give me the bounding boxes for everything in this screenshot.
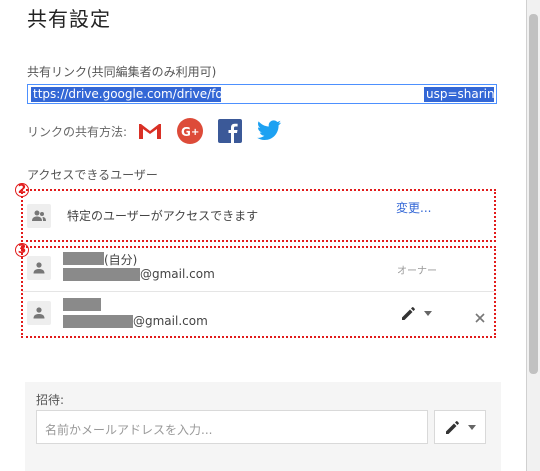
- share-link-field[interactable]: ttps://drive.google.com/drive/folde usp=…: [27, 84, 497, 104]
- chevron-down-icon: [468, 424, 476, 430]
- pencil-icon: [446, 421, 459, 434]
- chevron-down-icon: [424, 310, 432, 316]
- redacted-user-email: [63, 315, 133, 328]
- svg-text:+: +: [191, 127, 199, 138]
- owner-name-suffix: (自分): [104, 253, 138, 267]
- user-avatar-icon: [27, 301, 51, 325]
- user-avatar-icon: [27, 256, 51, 280]
- owner-email-domain: @gmail.com: [140, 267, 215, 281]
- share-dialog: 共有設定 共有リンク(共同編集者のみ利用可) ttps://drive.goog…: [0, 0, 527, 471]
- restricted-access-text: 特定のユーザーがアクセスできます: [67, 209, 259, 223]
- group-avatar-icon: [27, 204, 51, 228]
- scrollbar[interactable]: [527, 0, 540, 471]
- close-icon: [475, 313, 485, 323]
- share-methods-row: リンクの共有方法: G +: [27, 118, 297, 144]
- access-users-label: アクセスできるユーザー: [27, 168, 158, 182]
- invite-permission-dropdown[interactable]: [434, 410, 486, 444]
- pencil-icon: [402, 307, 415, 320]
- share-link-label: 共有リンク(共同編集者のみ利用可): [27, 65, 217, 79]
- gmail-icon[interactable]: [137, 118, 163, 144]
- share-methods-label: リンクの共有方法:: [27, 124, 128, 139]
- share-link-url-start: ttps://drive.google.com/drive/folde: [31, 87, 242, 102]
- editor-email-domain: @gmail.com: [133, 314, 208, 328]
- facebook-icon[interactable]: [217, 118, 243, 144]
- user-divider: [22, 291, 494, 292]
- invite-label: 招待:: [36, 393, 65, 407]
- redacted-user-name: [63, 298, 101, 311]
- remove-user-button[interactable]: [475, 308, 485, 327]
- invite-email-input[interactable]: 名前かメールアドレスを入力...: [36, 410, 428, 444]
- svg-text:G: G: [181, 125, 191, 139]
- twitter-icon[interactable]: [257, 118, 283, 144]
- scrollbar-thumb[interactable]: [529, 14, 538, 374]
- redacted-user-name: [63, 252, 104, 265]
- owner-role-label: オーナー: [397, 266, 437, 277]
- google-plus-icon[interactable]: G +: [177, 118, 204, 144]
- share-link-url-end: usp=sharing: [424, 87, 497, 102]
- editor-role-dropdown[interactable]: [400, 304, 432, 322]
- change-access-link[interactable]: 変更...: [396, 199, 431, 216]
- dialog-title: 共有設定: [27, 7, 111, 31]
- redacted-user-email: [63, 268, 140, 281]
